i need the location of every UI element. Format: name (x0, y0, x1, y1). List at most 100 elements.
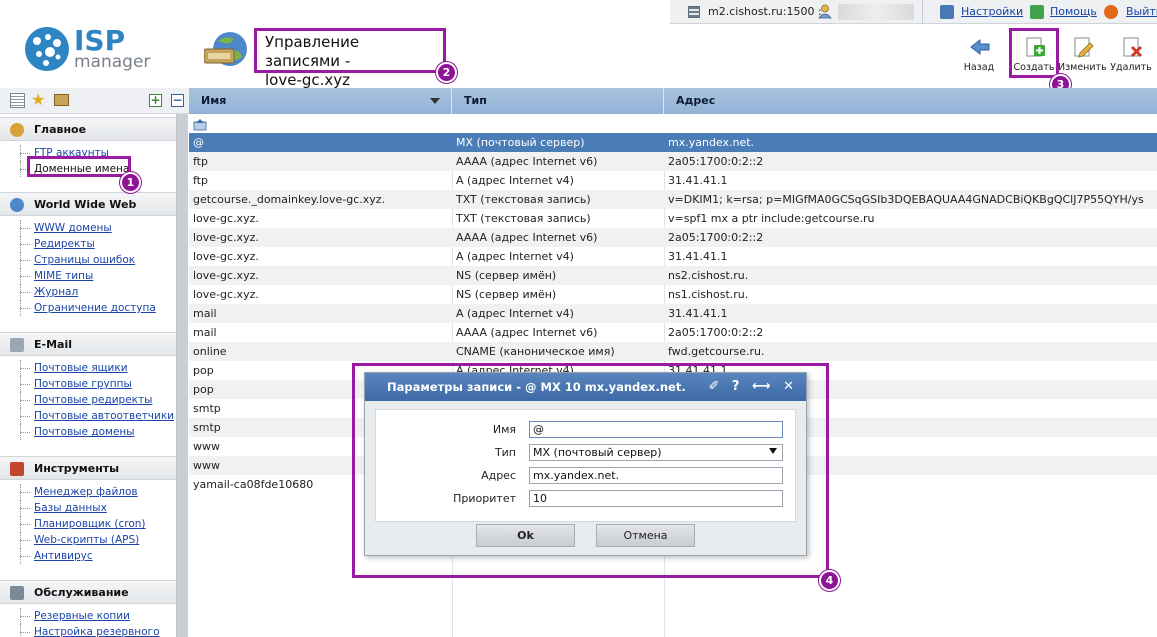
sidebar-item-cron[interactable]: Планировщик (cron) (0, 516, 176, 532)
sidebar-item-mail-domains[interactable]: Почтовые домены (0, 424, 176, 440)
table-row[interactable]: mail AAAA (адрес Internet v6) 2a05:1700:0:… (189, 323, 1157, 342)
sidebar-group-header[interactable]: Инструменты (0, 456, 176, 480)
column-header-address[interactable]: Адрес (664, 88, 1157, 114)
cell-type: TXT (текстовая запись) (456, 193, 591, 206)
name-input[interactable]: @ (529, 421, 783, 438)
tools-icon (10, 462, 24, 476)
collapse-all-icon[interactable]: − (171, 94, 184, 107)
table-row[interactable]: love-gc.xyz. NS (сервер имён) ns2.cishost.… (189, 266, 1157, 285)
sidebar-group-header[interactable]: World Wide Web (0, 192, 176, 216)
dialog-header-icons[interactable]: ✐ ? ⟷ ✕ (708, 373, 798, 401)
sidebar-item-databases[interactable]: Базы данных (0, 500, 176, 516)
cell-type: CNAME (каноническое имя) (456, 345, 615, 358)
annotation-marker-4: 4 (819, 570, 840, 591)
home-icon (10, 123, 24, 137)
sidebar-item-redirects[interactable]: Редиректы (0, 236, 176, 252)
type-select[interactable]: MX (почтовый сервер) (529, 444, 783, 461)
table-row[interactable]: ftp A (адрес Internet v4) 31.41.41.1 (189, 171, 1157, 190)
sidebar-item-mime[interactable]: MIME типы (0, 268, 176, 284)
page-title: Управление записями - love-gc.xyz (254, 28, 446, 89)
create-label: Создать (1013, 62, 1055, 73)
table-row[interactable]: love-gc.xyz. A (адрес Internet v4) 31.41.4… (189, 247, 1157, 266)
annotation-marker-2: 2 (436, 62, 457, 83)
sidebar-item-log[interactable]: Журнал (0, 284, 176, 300)
help-icon[interactable] (1030, 5, 1044, 19)
cell-name: mail (193, 326, 217, 339)
sidebar-item-backups[interactable]: Резервные копии (0, 608, 176, 624)
list-view-icon[interactable] (10, 93, 25, 108)
address-input[interactable]: mx.yandex.net. (529, 467, 783, 484)
table-row[interactable]: ftp AAAA (адрес Internet v6) 2a05:1700:0:2… (189, 152, 1157, 171)
cancel-button[interactable]: Отмена (596, 524, 695, 547)
sidebar-item-file-manager[interactable]: Менеджер файлов (0, 484, 176, 500)
back-arrow-icon (970, 38, 990, 56)
table-row[interactable]: mail A (адрес Internet v4) 31.41.41.1 (189, 304, 1157, 323)
sidebar-item-mailboxes[interactable]: Почтовые ящики (0, 360, 176, 376)
group-title: Инструменты (34, 462, 120, 475)
delete-button[interactable]: Удалить (1107, 36, 1155, 78)
cell-address: mx.yandex.net. (668, 136, 755, 149)
logout-icon[interactable] (1104, 5, 1118, 19)
cell-address: 31.41.41.1 (668, 250, 728, 263)
sidebar-group-tools: Инструменты Менеджер файлов Базы данных … (0, 456, 176, 564)
table-row[interactable]: love-gc.xyz. AAAA (адрес Internet v6) 2a05… (189, 228, 1157, 247)
dialog-titlebar[interactable]: Параметры записи - @ MX 10 mx.yandex.net… (365, 373, 806, 401)
sidebar-group-header[interactable]: Обслуживание (0, 580, 176, 604)
parent-row[interactable] (189, 114, 1157, 133)
cell-type: A (адрес Internet v4) (456, 250, 574, 263)
sidebar-item-aps[interactable]: Web-скрипты (APS) (0, 532, 176, 548)
column-header-name[interactable]: Имя (189, 88, 452, 114)
isp-manager-logo[interactable]: ISP manager (24, 24, 154, 76)
sidebar-item-autoresponders[interactable]: Почтовые автоответчики (0, 408, 176, 424)
edit-button[interactable]: Изменить (1058, 36, 1107, 78)
sidebar-item-backup-settings[interactable]: Настройка резервного (0, 624, 176, 637)
column-header-type[interactable]: Тип (452, 88, 664, 114)
briefcase-icon[interactable] (54, 94, 69, 106)
sidebar-item-error-pages[interactable]: Страницы ошибок (0, 252, 176, 268)
sidebar-scrollbar[interactable] (176, 114, 188, 637)
cell-name: love-gc.xyz. (193, 231, 259, 244)
cell-type: MX (почтовый сервер) (456, 136, 585, 149)
logo-mark-icon (25, 27, 69, 71)
logout-link[interactable]: Выйти (1126, 0, 1157, 24)
table-row[interactable]: @ MX (почтовый сервер) mx.yandex.net. (189, 133, 1157, 152)
create-button[interactable]: Создать (1010, 36, 1058, 78)
sidebar-group-header[interactable]: E-Mail (0, 332, 176, 356)
table-row[interactable]: online CNAME (каноническое имя) fwd.getcou… (189, 342, 1157, 361)
globe-icon (203, 29, 252, 69)
dialog-title: Параметры записи - @ MX 10 mx.yandex.net… (387, 380, 686, 394)
table-header: Имя Тип Адрес (189, 88, 1157, 114)
app-window: m2.cishost.ru:1500 : Настройки Помощь Вы… (0, 0, 1157, 637)
cell-name: ftp (193, 155, 208, 168)
top-bar: m2.cishost.ru:1500 : Настройки Помощь Вы… (670, 0, 1157, 24)
sort-desc-icon[interactable] (430, 98, 440, 104)
priority-label: Приоритет (453, 492, 516, 505)
favorites-star-icon[interactable]: ★ (31, 91, 45, 109)
sidebar-item-www-domains[interactable]: WWW домены (0, 220, 176, 236)
table-row[interactable]: getcourse._domainkey.love-gc.xyz. TXT (те… (189, 190, 1157, 209)
record-params-dialog: Параметры записи - @ MX 10 mx.yandex.net… (364, 372, 807, 556)
help-link[interactable]: Помощь (1050, 0, 1097, 24)
column-name-label: Имя (201, 94, 227, 107)
ok-button[interactable]: Ok (476, 524, 575, 547)
cell-address: 2a05:1700:0:2::2 (668, 326, 764, 339)
sidebar-item-access[interactable]: Ограничение доступа (0, 300, 176, 316)
cell-name: getcourse._domainkey.love-gc.xyz. (193, 193, 386, 206)
sidebar-group-email: E-Mail Почтовые ящики Почтовые группы По… (0, 332, 176, 440)
group-title: World Wide Web (34, 198, 137, 211)
sidebar-item-mail-groups[interactable]: Почтовые группы (0, 376, 176, 392)
settings-link[interactable]: Настройки (961, 0, 1023, 24)
table-row[interactable]: love-gc.xyz. TXT (текстовая запись) v=spf1… (189, 209, 1157, 228)
cell-address: ns1.cishost.ru. (668, 288, 749, 301)
priority-input[interactable]: 10 (529, 490, 783, 507)
up-level-icon[interactable] (193, 118, 207, 131)
back-button[interactable]: Назад (955, 36, 1003, 78)
sidebar-item-antivirus[interactable]: Антивирус (0, 548, 176, 564)
dropdown-arrow-icon (769, 448, 777, 454)
sidebar-item-mail-redirects[interactable]: Почтовые редиректы (0, 392, 176, 408)
table-row[interactable]: love-gc.xyz. NS (сервер имён) ns1.cishost.… (189, 285, 1157, 304)
expand-all-icon[interactable]: + (149, 94, 162, 107)
sidebar-group-header[interactable]: Главное (0, 117, 176, 141)
settings-icon[interactable] (940, 5, 954, 19)
group-title: Главное (34, 123, 87, 136)
